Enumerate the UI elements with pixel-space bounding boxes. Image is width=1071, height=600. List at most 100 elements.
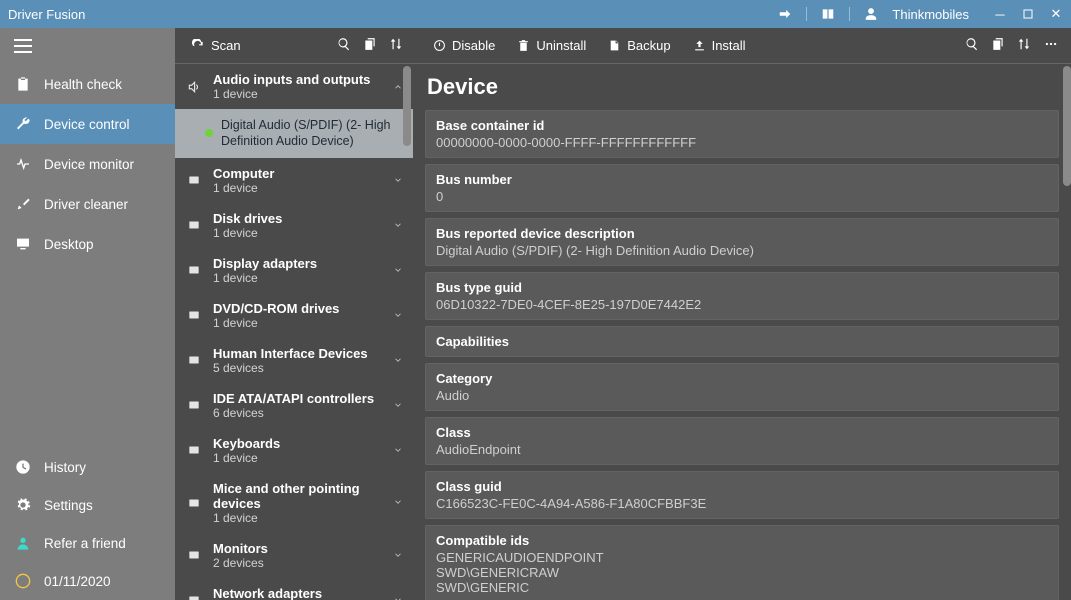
category-keyboards[interactable]: Keyboards1 device bbox=[175, 428, 413, 473]
property-bus-reported-device-description: Bus reported device descriptionDigital A… bbox=[425, 218, 1059, 266]
chevron-up-icon bbox=[393, 79, 403, 94]
sidebar-item-refer-a-friend[interactable]: Refer a friend bbox=[0, 524, 175, 562]
property-label: Class guid bbox=[436, 479, 1048, 494]
category-dvd-cd-rom-drives[interactable]: DVD/CD-ROM drives1 device bbox=[175, 293, 413, 338]
property-value: GENERICAUDIOENDPOINTSWD\GENERICRAWSWD\GE… bbox=[436, 550, 1048, 595]
pulse-icon bbox=[14, 156, 32, 172]
sidebar-item-health-check[interactable]: Health check bbox=[0, 64, 175, 104]
copy-icon[interactable] bbox=[363, 37, 377, 54]
detail-panel: Disable Uninstall Backup Install Device … bbox=[413, 28, 1071, 600]
property-class: Class AudioEndpoint bbox=[425, 417, 1059, 465]
username[interactable]: Thinkmobiles bbox=[892, 7, 969, 22]
sidebar: Health check Device controlDevice monitor… bbox=[0, 28, 175, 600]
scan-button[interactable]: Scan bbox=[185, 34, 247, 57]
property-value: 06D10322-7DE0-4CEF-8E25-197D0E7442E2 bbox=[436, 297, 1048, 312]
close-icon[interactable]: ✕ bbox=[1049, 7, 1063, 21]
category-human-interface-devices[interactable]: Human Interface Devices5 devices bbox=[175, 338, 413, 383]
wrench-icon bbox=[14, 116, 32, 132]
sidebar-item-label: Health check bbox=[44, 77, 122, 92]
share-icon[interactable] bbox=[778, 7, 792, 21]
sidebar-item-device-control[interactable]: Device control bbox=[0, 104, 175, 144]
separator bbox=[806, 7, 807, 21]
category-computer[interactable]: Computer1 device bbox=[175, 158, 413, 203]
property-value: Audio bbox=[436, 388, 1048, 403]
category-network-adapters[interactable]: Network adapters5 devices bbox=[175, 578, 413, 600]
sidebar-item-label: Settings bbox=[44, 498, 93, 513]
disable-button[interactable]: Disable bbox=[425, 34, 503, 57]
install-button[interactable]: Install bbox=[685, 34, 754, 57]
detail-title: Device bbox=[427, 74, 1059, 100]
category-count: 1 device bbox=[213, 451, 383, 465]
more-icon[interactable] bbox=[1043, 37, 1059, 54]
property-label: Category bbox=[436, 371, 1048, 386]
sidebar-item-history[interactable]: History bbox=[0, 448, 175, 486]
device-name: Digital Audio (S/PDIF) (2- High Definiti… bbox=[221, 117, 403, 150]
backup-button[interactable]: Backup bbox=[600, 34, 678, 57]
category-display-adapters[interactable]: Display adapters1 device bbox=[175, 248, 413, 293]
sidebar-item-label: Refer a friend bbox=[44, 536, 126, 551]
property-label: Base container id bbox=[436, 118, 1048, 133]
category-audio-inputs-and-outputs[interactable]: Audio inputs and outputs1 device bbox=[175, 64, 413, 109]
book-icon[interactable] bbox=[821, 7, 835, 21]
hamburger-button[interactable] bbox=[0, 28, 175, 64]
category-count: 1 device bbox=[213, 87, 383, 101]
property-value: AudioEndpoint bbox=[436, 442, 1048, 457]
property-value: C166523C-FE0C-4A94-A586-F1A80CFBBF3E bbox=[436, 496, 1048, 511]
device-list-toolbar: Scan bbox=[175, 28, 413, 64]
property-value: 0 bbox=[436, 189, 1048, 204]
device-item[interactable]: Digital Audio (S/PDIF) (2- High Definiti… bbox=[175, 109, 413, 158]
maximize-icon[interactable] bbox=[1021, 7, 1035, 21]
chevron-down-icon bbox=[393, 443, 403, 458]
titlebar-actions: Thinkmobiles ─ ✕ bbox=[778, 7, 1063, 22]
chevron-down-icon bbox=[393, 353, 403, 368]
category-monitors[interactable]: Monitors2 devices bbox=[175, 533, 413, 578]
scan-label: Scan bbox=[211, 38, 241, 53]
sidebar-item-label: Driver cleaner bbox=[44, 197, 128, 212]
monitor-icon bbox=[14, 236, 32, 252]
property-bus-type-guid: Bus type guid 06D10322-7DE0-4CEF-8E25-197… bbox=[425, 272, 1059, 320]
category-count: 1 device bbox=[213, 271, 383, 285]
category-count: 1 device bbox=[213, 316, 383, 330]
display-icon bbox=[185, 263, 203, 277]
category-ide-ata-atapi-controllers[interactable]: IDE ATA/ATAPI controllers6 devices bbox=[175, 383, 413, 428]
category-title: Mice and other pointing devices bbox=[213, 481, 383, 511]
property-base-container-id: Base container id00000000-0000-0000-FFFF… bbox=[425, 110, 1059, 158]
category-mice-and-other-pointing-devices[interactable]: Mice and other pointing devices1 device bbox=[175, 473, 413, 533]
sidebar-item-01-11-2020[interactable]: 01/11/2020 bbox=[0, 562, 175, 600]
sort-icon[interactable] bbox=[1017, 37, 1031, 54]
copy-icon[interactable] bbox=[991, 37, 1005, 54]
category-title: DVD/CD-ROM drives bbox=[213, 301, 383, 316]
property-label: Bus number bbox=[436, 172, 1048, 187]
scrollbar[interactable] bbox=[403, 66, 411, 146]
category-count: 1 device bbox=[213, 181, 383, 195]
alert-icon bbox=[14, 573, 32, 589]
device-list-panel: Scan Audio inputs and outputs1 device Dig… bbox=[175, 28, 413, 600]
sidebar-item-settings[interactable]: Settings bbox=[0, 486, 175, 524]
user-icon[interactable] bbox=[864, 7, 878, 21]
uninstall-button[interactable]: Uninstall bbox=[509, 34, 594, 57]
category-disk-drives[interactable]: Disk drives1 device bbox=[175, 203, 413, 248]
dvd-icon bbox=[185, 308, 203, 322]
history-icon bbox=[14, 459, 32, 475]
search-icon[interactable] bbox=[965, 37, 979, 54]
sort-icon[interactable] bbox=[389, 37, 403, 54]
sidebar-item-device-monitor[interactable]: Device monitor bbox=[0, 144, 175, 184]
category-title: Network adapters bbox=[213, 586, 383, 600]
refer-icon bbox=[14, 535, 32, 551]
category-count: 1 device bbox=[213, 511, 383, 525]
property-label: Class bbox=[436, 425, 1048, 440]
sidebar-item-desktop[interactable]: Desktop bbox=[0, 224, 175, 264]
minimize-icon[interactable]: ─ bbox=[993, 7, 1007, 21]
keyboard-icon bbox=[185, 443, 203, 457]
chevron-down-icon bbox=[393, 495, 403, 510]
property-label: Bus type guid bbox=[436, 280, 1048, 295]
scrollbar[interactable] bbox=[1063, 66, 1071, 186]
disk-icon bbox=[185, 218, 203, 232]
category-title: Monitors bbox=[213, 541, 383, 556]
gear-icon bbox=[14, 497, 32, 513]
chevron-down-icon bbox=[393, 263, 403, 278]
search-icon[interactable] bbox=[337, 37, 351, 54]
app-title: Driver Fusion bbox=[8, 7, 778, 22]
sidebar-item-driver-cleaner[interactable]: Driver cleaner bbox=[0, 184, 175, 224]
property-label: Bus reported device description bbox=[436, 226, 1048, 241]
